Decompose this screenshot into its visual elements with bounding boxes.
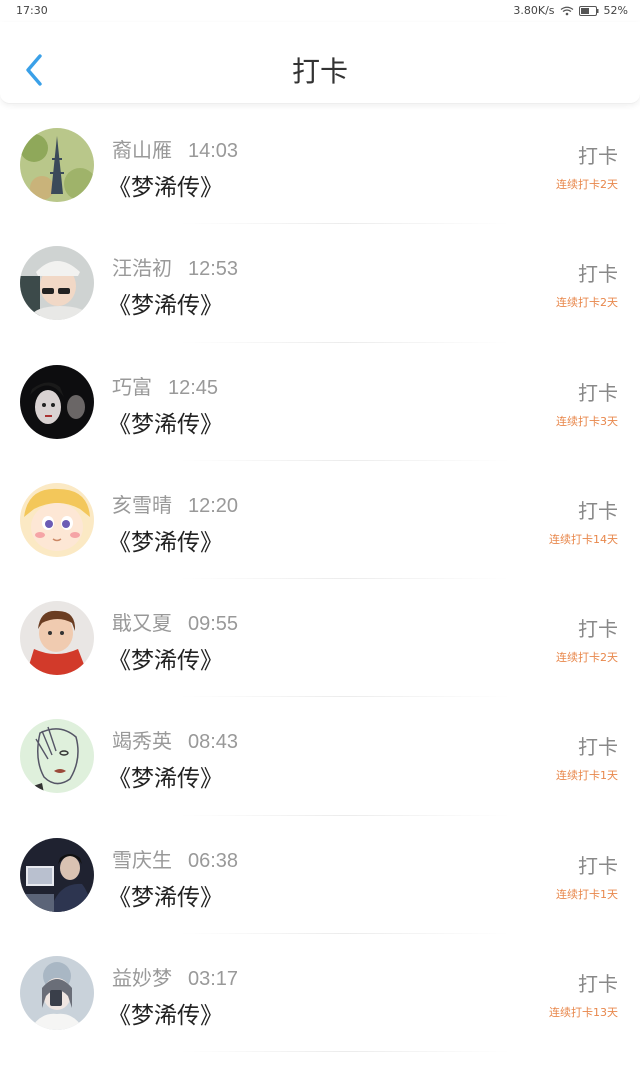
checkin-label: 打卡: [578, 380, 618, 405]
sketch-face-avatar: [20, 719, 94, 794]
streak-label: 连续打卡2天: [556, 296, 618, 310]
user-avatar[interactable]: [20, 364, 94, 439]
checkin-label: 打卡: [578, 262, 618, 287]
book-title: 《梦浠传》: [108, 293, 223, 320]
boy-sunglasses-avatar: [20, 246, 94, 321]
user-avatar[interactable]: [20, 482, 94, 557]
user-name: 裔山雁 14:03: [112, 134, 238, 163]
status-indicators: 3.80K/s 52%: [513, 4, 628, 17]
user-name-text: 竭秀英: [112, 729, 172, 754]
checkin-time: 12:45: [168, 376, 219, 399]
child-red-jacket-avatar: [20, 601, 94, 676]
user-avatar[interactable]: [20, 601, 94, 676]
checkin-time: 09:55: [188, 613, 239, 636]
streak-label: 连续打卡3天: [556, 414, 618, 428]
checkin-row[interactable]: 竭秀英 08:43 《梦浠传》 打卡 连续打卡1天: [0, 697, 640, 816]
user-avatar[interactable]: [20, 719, 94, 794]
dark-faces-avatar: [20, 364, 94, 439]
user-name: 亥雪晴 12:20: [112, 489, 238, 518]
checkin-row[interactable]: 巧富 12:45 《梦浠传》 打卡 连续打卡3天: [0, 343, 640, 461]
checkin-time: 08:43: [188, 731, 239, 754]
battery-percent: 52%: [603, 4, 628, 17]
status-time: 17:30: [16, 4, 48, 17]
top-app-bar: 打卡: [0, 22, 640, 104]
streak-label: 连续打卡14天: [549, 532, 618, 546]
user-name-text: 汪浩初: [112, 256, 172, 281]
streak-label: 连续打卡2天: [556, 178, 618, 191]
cartoon-girl-avatar: [20, 482, 94, 557]
streak-label: 连续打卡2天: [556, 651, 618, 665]
checkin-list: 裔山雁 14:03 《梦浠传》 打卡 连续打卡2天 汪浩初 12:53 《梦浠传》 …: [0, 106, 640, 1053]
streak-label: 连续打卡13天: [549, 1006, 618, 1020]
row-divider: [180, 1051, 510, 1053]
checkin-row[interactable]: 雪庆生 06:38 《梦浠传》 打卡 连续打卡1天: [0, 816, 640, 935]
battery-icon: [578, 5, 599, 16]
checkin-label: 打卡: [578, 735, 618, 760]
book-title: 《梦浠传》: [108, 648, 223, 675]
user-avatar[interactable]: [20, 956, 94, 1031]
checkin-label: 打卡: [578, 144, 618, 168]
checkin-time: 14:03: [188, 140, 239, 162]
checkin-time: 12:53: [188, 258, 239, 281]
status-bar: 17:30 3.80K/s 52%: [0, 0, 640, 22]
user-name-text: 益妙梦: [112, 966, 172, 991]
user-name: 戢又夏 09:55: [112, 607, 238, 636]
checkin-label: 打卡: [578, 853, 618, 878]
user-name-text: 裔山雁: [112, 138, 172, 162]
user-name-text: 亥雪晴: [112, 492, 172, 517]
wifi-icon: [560, 6, 573, 15]
user-name: 汪浩初 12:53: [112, 252, 238, 281]
book-title: 《梦浠传》: [108, 766, 223, 793]
checkin-time: 03:17: [188, 968, 239, 991]
checkin-label: 打卡: [578, 617, 618, 642]
book-title: 《梦浠传》: [108, 411, 223, 438]
user-name: 竭秀英 08:43: [112, 725, 238, 754]
user-avatar[interactable]: [20, 837, 94, 912]
checkin-row[interactable]: 汪浩初 12:53 《梦浠传》 打卡 连续打卡2天: [0, 224, 640, 343]
page-title: 打卡: [291, 55, 348, 88]
book-title: 《梦浠传》: [108, 529, 223, 556]
user-name: 益妙梦 03:17: [112, 962, 238, 991]
eiffel-tower-avatar: [20, 128, 94, 202]
user-name-text: 雪庆生: [112, 847, 172, 872]
mirror-selfie-avatar: [20, 956, 94, 1031]
checkin-label: 打卡: [578, 972, 618, 997]
user-name-text: 巧富: [112, 374, 152, 399]
checkin-time: 06:38: [188, 849, 239, 872]
checkin-row[interactable]: 裔山雁 14:03 《梦浠传》 打卡 连续打卡2天: [0, 106, 640, 225]
checkin-label: 打卡: [578, 498, 618, 523]
book-title: 《梦浠传》: [108, 884, 223, 911]
network-speed: 3.80K/s: [513, 4, 555, 17]
checkin-row[interactable]: 戢又夏 09:55 《梦浠传》 打卡 连续打卡2天: [0, 579, 640, 698]
user-name: 巧富 12:45: [112, 371, 218, 400]
streak-label: 连续打卡1天: [556, 887, 618, 901]
user-avatar[interactable]: [20, 246, 94, 321]
checkin-row[interactable]: 亥雪晴 12:20 《梦浠传》 打卡 连续打卡14天: [0, 461, 640, 580]
user-name-text: 戢又夏: [112, 611, 172, 636]
book-title: 《梦浠传》: [108, 1003, 223, 1030]
streak-label: 连续打卡1天: [556, 769, 618, 783]
dark-room-avatar: [20, 837, 94, 912]
book-title: 《梦浠传》: [108, 175, 223, 201]
user-name: 雪庆生 06:38: [112, 844, 238, 873]
checkin-time: 12:20: [188, 494, 239, 517]
checkin-row[interactable]: 益妙梦 03:17 《梦浠传》 打卡 连续打卡13天: [0, 934, 640, 1053]
user-avatar[interactable]: [20, 128, 94, 202]
